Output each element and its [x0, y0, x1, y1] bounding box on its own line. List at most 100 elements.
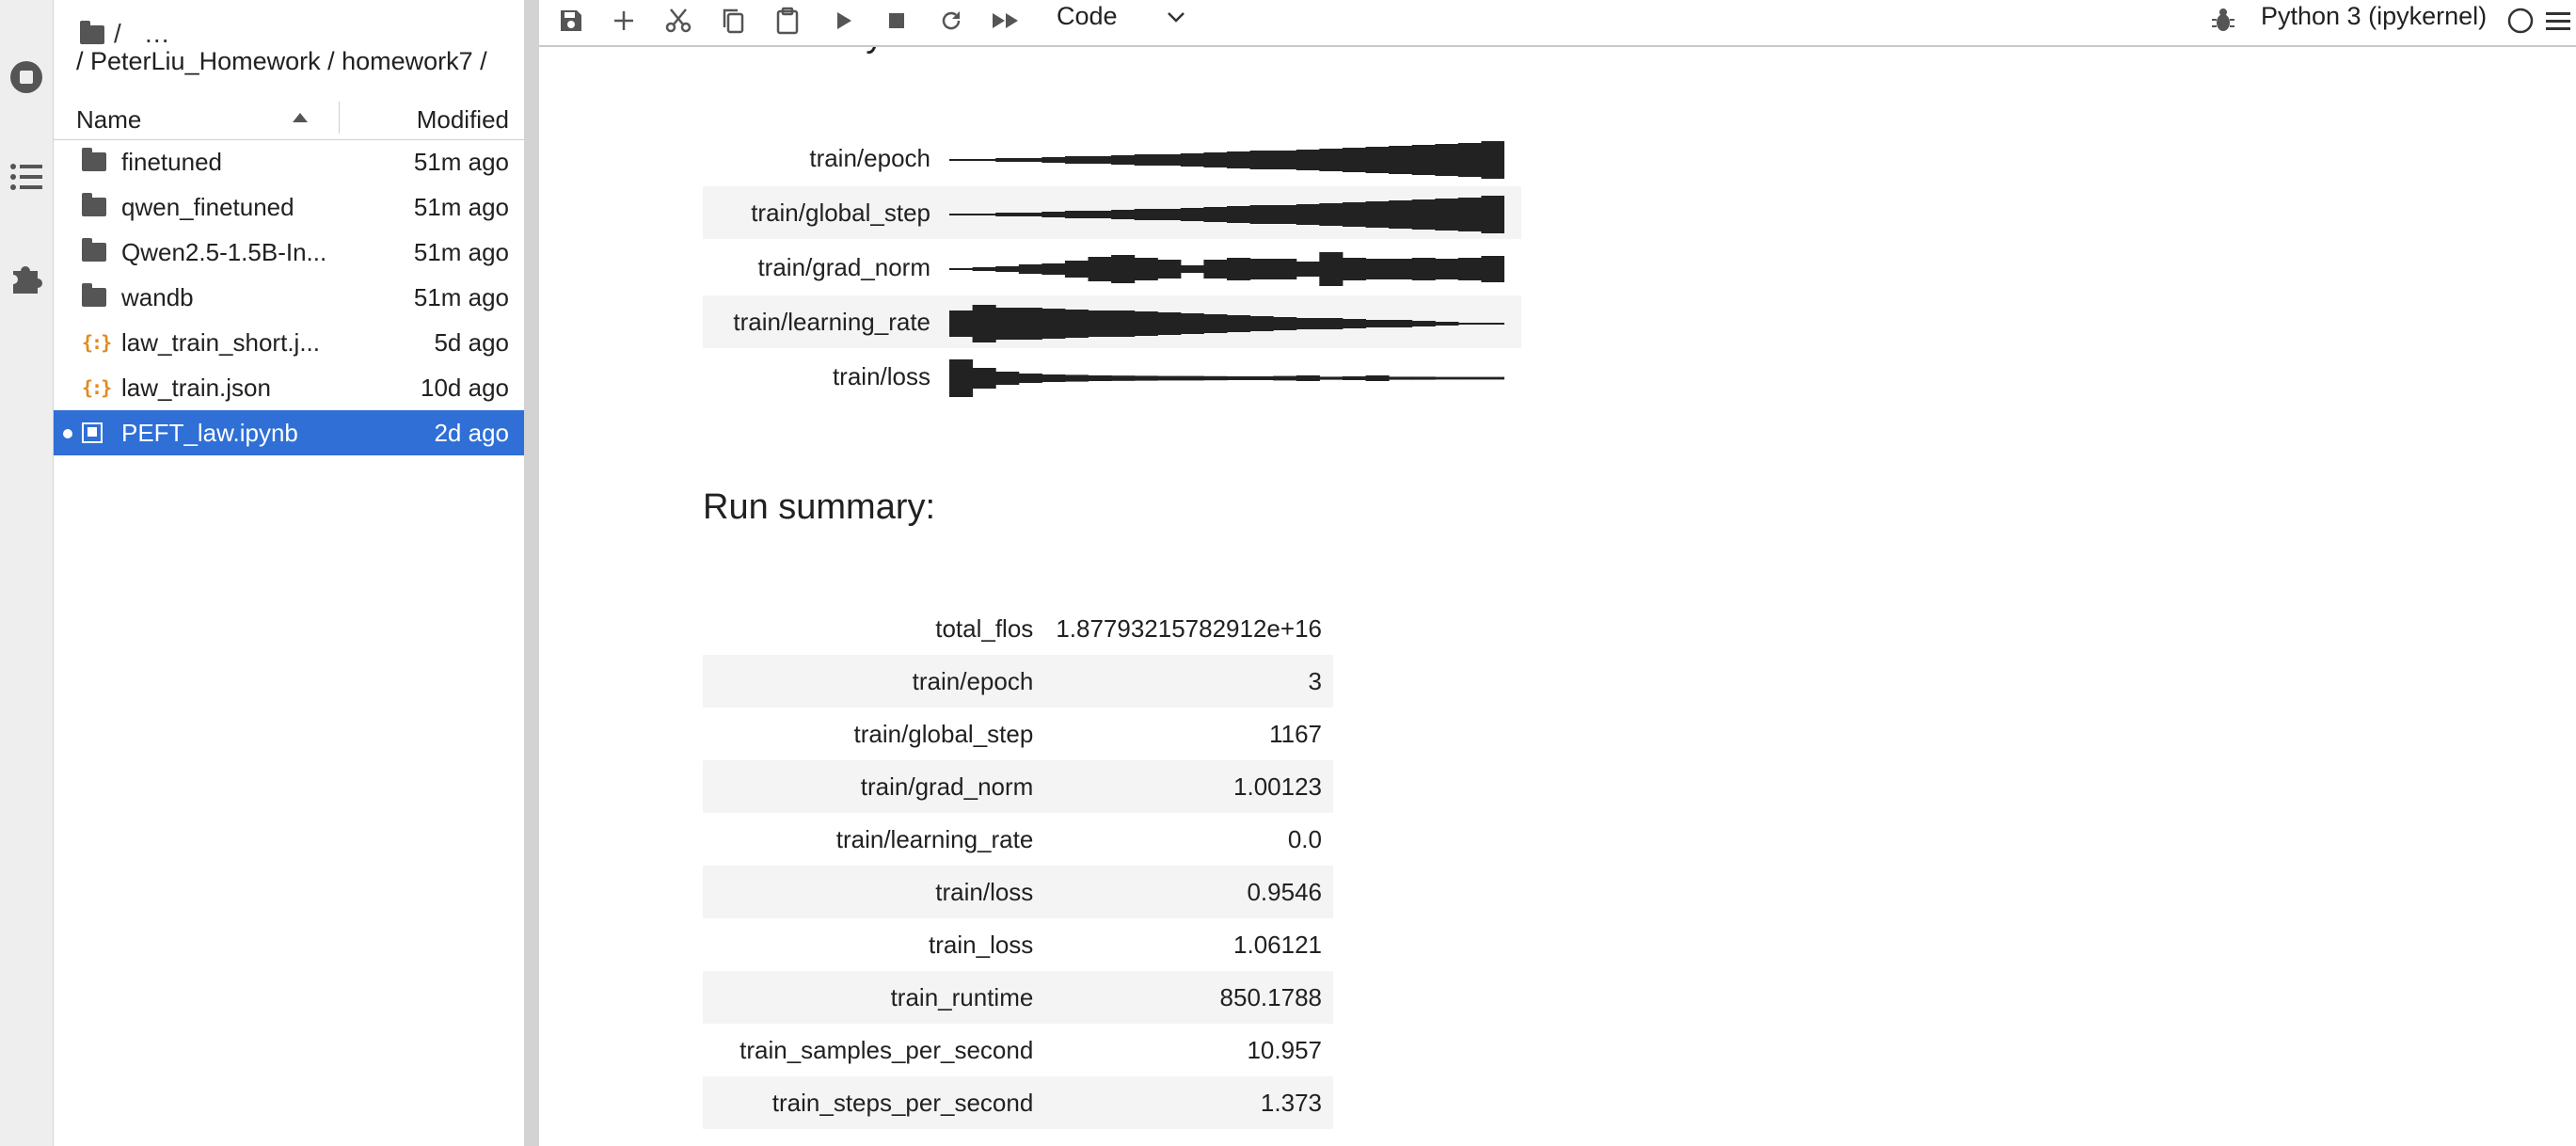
sparkline-bar — [1157, 209, 1182, 220]
cut-icon[interactable] — [660, 4, 697, 38]
sparkline-bar — [1273, 151, 1297, 169]
sparkline-bar — [1042, 212, 1066, 217]
folder-icon[interactable] — [80, 19, 104, 49]
cell-type-dropdown[interactable]: Code — [1057, 2, 1185, 31]
restart-icon[interactable] — [932, 4, 970, 38]
sparkline-bar — [1203, 375, 1228, 381]
extensions-icon[interactable] — [6, 256, 47, 297]
sparkline-bar — [949, 310, 974, 337]
sparkline-bar — [1227, 376, 1251, 380]
summary-row: train/learning_rate 0.0 — [703, 813, 1333, 866]
sparkline-bar — [1088, 156, 1112, 164]
file-name: wandb — [121, 283, 194, 311]
paste-icon[interactable] — [769, 4, 806, 38]
save-icon[interactable] — [552, 4, 590, 38]
history-row: train/epoch — [703, 132, 1521, 184]
file-row-law-train-short[interactable]: {:} law_train_short.j... 5d ago — [54, 320, 524, 365]
history-label: train/learning_rate — [733, 308, 930, 336]
breadcrumb-more[interactable]: … — [144, 19, 170, 49]
sparkline — [949, 141, 1504, 179]
sparkline-bar — [1088, 257, 1112, 281]
sparkline-bar — [1018, 264, 1042, 274]
debugger-icon[interactable] — [2204, 4, 2242, 38]
file-name: law_train_short.j... — [121, 328, 320, 357]
sparkline-bar — [1180, 313, 1204, 334]
sparkline-bar — [1249, 316, 1274, 331]
running-sessions-icon[interactable] — [6, 56, 47, 98]
sparkline-bar — [1088, 310, 1112, 337]
cell-type-value: Code — [1057, 2, 1118, 30]
summary-value: 1167 — [1269, 719, 1322, 748]
kernel-name[interactable]: Python 3 (ipykernel) — [2261, 2, 2487, 31]
sparkline-bar — [1064, 211, 1089, 218]
sparkline-bar — [1273, 259, 1297, 279]
sort-ascending-icon[interactable] — [293, 113, 308, 122]
run-summary-table: total_flos 1.87793215782912e+16 train/epo… — [703, 602, 1333, 1129]
file-row-wandb[interactable]: wandb 51m ago — [54, 275, 524, 320]
summary-value: 3 — [1308, 666, 1322, 695]
sparkline-bar — [1435, 376, 1459, 380]
file-row-peft-law[interactable]: PEFT_law.ipynb 2d ago — [54, 410, 524, 455]
file-row-qwen2-5[interactable]: Qwen2.5-1.5B-In... 51m ago — [54, 230, 524, 275]
sparkline-bar — [1389, 259, 1413, 279]
sparkline-bar — [1435, 199, 1459, 231]
stop-icon[interactable] — [878, 4, 915, 38]
activity-bar — [0, 0, 54, 1146]
column-divider[interactable] — [339, 102, 340, 134]
sparkline-bar — [1111, 310, 1136, 337]
sparkline-bar — [1435, 322, 1459, 326]
file-row-qwen-finetuned[interactable]: qwen_finetuned 51m ago — [54, 184, 524, 230]
sparkline-bar — [1134, 311, 1158, 336]
running-indicator-icon — [63, 429, 72, 438]
breadcrumb-root[interactable]: / — [114, 19, 121, 49]
sparkline-bar — [972, 305, 996, 342]
sparkline-bar — [1342, 258, 1366, 280]
sparkline-bar — [1018, 213, 1042, 216]
sparkline-bar — [1088, 375, 1112, 381]
modified-column-header[interactable]: Modified — [417, 105, 509, 135]
run-history-title: Run history: — [703, 47, 894, 56]
summary-key: train_runtime — [890, 982, 1034, 1011]
sparkline-bar — [1042, 374, 1066, 382]
menu-icon[interactable] — [2539, 4, 2576, 38]
table-of-contents-icon[interactable] — [6, 156, 47, 198]
summary-row: train_loss 1.06121 — [703, 918, 1333, 971]
panel-splitter[interactable] — [524, 0, 539, 1146]
breadcrumb[interactable]: / PeterLiu_Homework / homework7 / — [76, 47, 487, 76]
sparkline-bar — [1435, 259, 1459, 279]
sparkline-bar — [1064, 156, 1089, 164]
history-label: train/grad_norm — [757, 253, 930, 281]
file-modified: 10d ago — [421, 374, 509, 402]
sparkline-bar — [972, 267, 996, 271]
history-row: train/loss — [703, 350, 1521, 403]
file-modified: 51m ago — [413, 283, 509, 311]
sparkline — [949, 359, 1504, 397]
summary-row: train/epoch 3 — [703, 655, 1333, 708]
sparkline-bar — [1389, 320, 1413, 327]
copy-icon[interactable] — [714, 4, 752, 38]
sparkline-bar — [1296, 204, 1320, 225]
sparkline-bar — [1227, 258, 1251, 280]
sparkline-bar — [1157, 154, 1182, 166]
add-cell-icon[interactable] — [605, 4, 643, 38]
sparkline-bar — [1088, 211, 1112, 218]
sparkline-bar — [1111, 210, 1136, 219]
sparkline-bar — [1018, 374, 1042, 383]
sparkline-bar — [1042, 309, 1066, 339]
json-file-icon: {:} — [82, 376, 112, 399]
file-row-law-train[interactable]: {:} law_train.json 10d ago — [54, 365, 524, 410]
sparkline-bar — [972, 368, 996, 389]
sparkline-bar — [1064, 310, 1089, 338]
summary-value: 0.9546 — [1247, 877, 1322, 906]
run-all-icon[interactable] — [987, 4, 1025, 38]
file-row-finetuned[interactable]: finetuned 51m ago — [54, 139, 524, 184]
sparkline-bar — [1411, 321, 1436, 326]
name-column-header[interactable]: Name — [76, 105, 141, 135]
summary-row: train_samples_per_second 10.957 — [703, 1024, 1333, 1076]
sparkline-bar — [1042, 157, 1066, 163]
run-icon[interactable] — [825, 4, 863, 38]
sparkline-bar — [1457, 323, 1482, 325]
file-modified: 5d ago — [434, 328, 509, 357]
sparkline-bar — [1365, 259, 1390, 279]
sparkline-bar — [1296, 318, 1320, 329]
